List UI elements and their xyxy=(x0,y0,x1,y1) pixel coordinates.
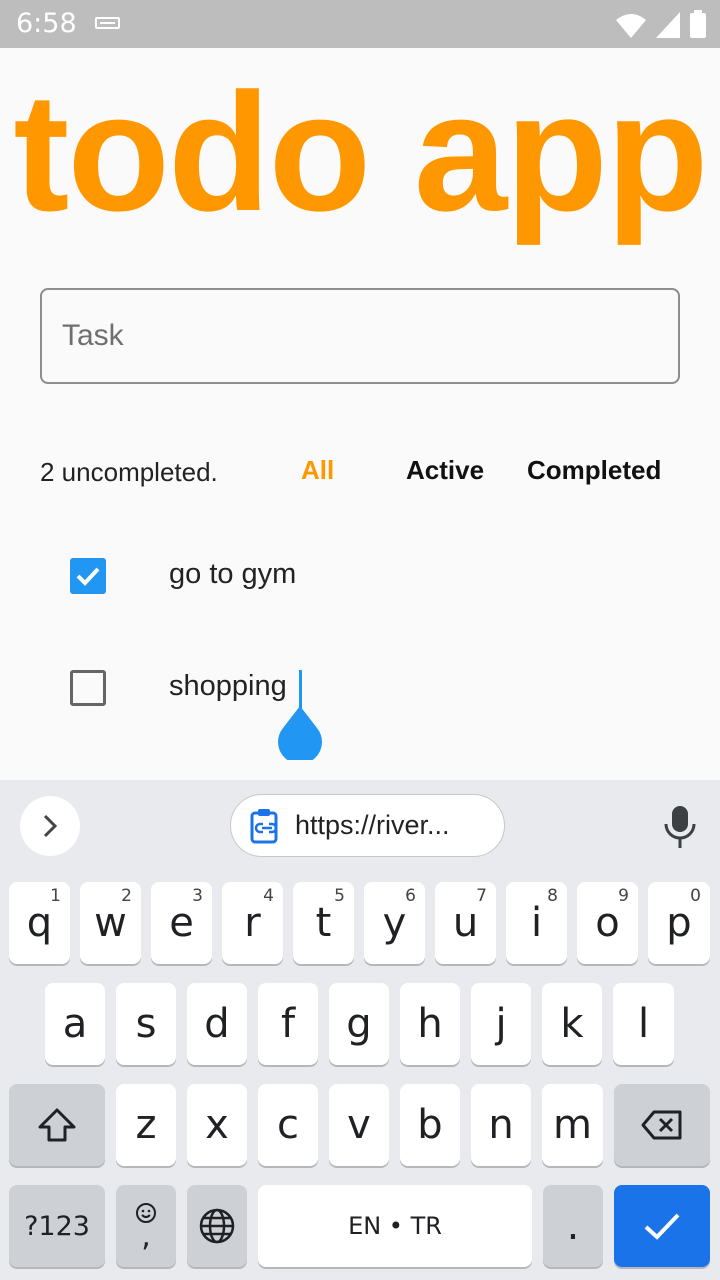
language-key[interactable] xyxy=(187,1185,247,1267)
microphone-icon[interactable] xyxy=(660,802,700,852)
app-title: todo app xyxy=(13,58,708,246)
todo-checkbox[interactable] xyxy=(70,558,106,594)
task-input[interactable] xyxy=(40,288,680,384)
key-r[interactable]: r4 xyxy=(222,882,283,964)
key-k[interactable]: k xyxy=(542,983,602,1065)
filter-row: 2 uncompleted. All Active Completed xyxy=(0,455,720,491)
battery-icon xyxy=(690,10,706,38)
key-w[interactable]: w2 xyxy=(80,882,141,964)
period-key[interactable]: . xyxy=(543,1185,603,1267)
uncompleted-count: 2 uncompleted. xyxy=(40,457,218,487)
key-d[interactable]: d xyxy=(187,983,247,1065)
space-key[interactable]: EN • TR xyxy=(258,1185,532,1267)
check-icon xyxy=(76,567,100,586)
chevron-right-icon xyxy=(43,814,58,838)
key-a[interactable]: a xyxy=(45,983,105,1065)
todo-checkbox[interactable] xyxy=(70,670,106,706)
key-i[interactable]: i8 xyxy=(506,882,567,964)
key-o[interactable]: o9 xyxy=(577,882,638,964)
key-y[interactable]: y6 xyxy=(364,882,425,964)
shift-icon xyxy=(38,1108,76,1142)
key-v[interactable]: v xyxy=(329,1084,389,1166)
clipboard-text: https://river... xyxy=(295,810,450,840)
key-p[interactable]: p0 xyxy=(648,882,710,964)
filter-all[interactable]: All xyxy=(301,455,334,486)
todo-item: go to gym xyxy=(0,536,720,616)
filter-active[interactable]: Active xyxy=(406,455,484,486)
key-h[interactable]: h xyxy=(400,983,460,1065)
backspace-icon xyxy=(641,1110,682,1140)
todo-item: shopping xyxy=(0,648,720,728)
text-cursor xyxy=(299,670,302,708)
key-n[interactable]: n xyxy=(471,1084,531,1166)
cursor-handle-icon[interactable] xyxy=(277,706,323,760)
key-x[interactable]: x xyxy=(187,1084,247,1166)
todo-label[interactable]: go to gym xyxy=(169,558,296,591)
key-t[interactable]: t5 xyxy=(293,882,354,964)
key-z[interactable]: z xyxy=(116,1084,176,1166)
key-c[interactable]: c xyxy=(258,1084,318,1166)
filter-completed[interactable]: Completed xyxy=(527,455,661,486)
backspace-key[interactable] xyxy=(614,1084,710,1166)
key-q[interactable]: q1 xyxy=(9,882,70,964)
key-b[interactable]: b xyxy=(400,1084,460,1166)
todo-label[interactable]: shopping xyxy=(169,670,287,703)
keyboard-toolbar: https://river... xyxy=(0,780,720,870)
key-m[interactable]: m xyxy=(542,1084,603,1166)
shift-key[interactable] xyxy=(9,1084,105,1166)
key-f[interactable]: f xyxy=(258,983,318,1065)
key-u[interactable]: u7 xyxy=(435,882,496,964)
status-time: 6:58 xyxy=(16,8,77,39)
symbols-key[interactable]: ?123 xyxy=(9,1185,105,1267)
key-l[interactable]: l xyxy=(613,983,674,1065)
comma-label: , xyxy=(141,1219,151,1254)
wifi-icon xyxy=(616,14,646,38)
key-e[interactable]: e3 xyxy=(151,882,212,964)
status-bar: 6:58 xyxy=(0,0,720,48)
done-key[interactable] xyxy=(614,1185,710,1267)
expand-toolbar-button[interactable] xyxy=(20,796,80,856)
checkmark-icon xyxy=(644,1213,680,1240)
keyboard-notification-icon xyxy=(95,17,120,29)
key-j[interactable]: j xyxy=(471,983,531,1065)
globe-icon xyxy=(199,1208,235,1244)
emoji-comma-key[interactable]: , xyxy=(116,1185,176,1267)
signal-icon xyxy=(656,12,680,38)
soft-keyboard: https://river... q1 w2 e3 r4 t5 y6 u7 i8… xyxy=(0,780,720,1280)
key-s[interactable]: s xyxy=(116,983,176,1065)
clipboard-suggestion[interactable]: https://river... xyxy=(230,794,505,857)
clipboard-link-icon xyxy=(250,808,278,843)
status-icons xyxy=(616,10,706,38)
key-g[interactable]: g xyxy=(329,983,389,1065)
